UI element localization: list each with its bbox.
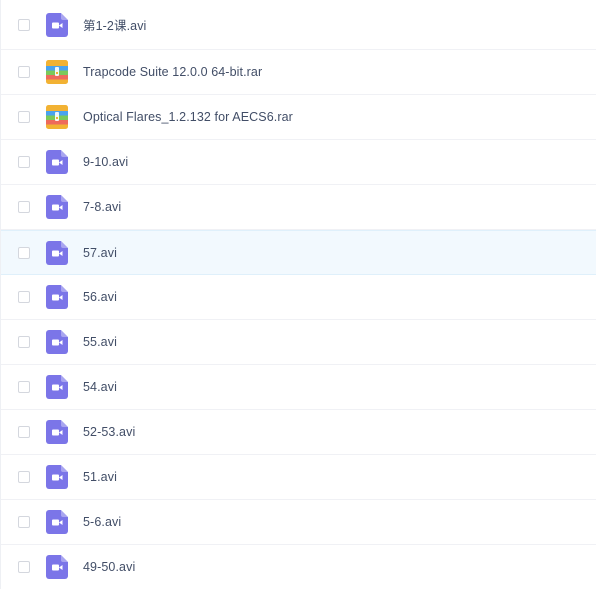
- file-row[interactable]: 49-50.avi: [1, 545, 596, 589]
- file-row[interactable]: 55.avi: [1, 320, 596, 365]
- file-name[interactable]: 9-10.avi: [83, 155, 128, 169]
- file-row[interactable]: 9-10.avi: [1, 140, 596, 185]
- video-file-icon: [46, 375, 68, 399]
- file-row[interactable]: 5-6.avi: [1, 500, 596, 545]
- file-row[interactable]: 56.avi: [1, 275, 596, 320]
- row-checkbox[interactable]: [18, 111, 30, 123]
- file-row[interactable]: 第1-2课.avi: [1, 0, 596, 50]
- file-row[interactable]: 52-53.avi: [1, 410, 596, 455]
- row-checkbox[interactable]: [18, 426, 30, 438]
- row-checkbox[interactable]: [18, 246, 30, 259]
- row-checkbox[interactable]: [18, 201, 30, 213]
- file-name[interactable]: 56.avi: [83, 290, 117, 304]
- file-name[interactable]: 57.avi: [83, 246, 117, 260]
- file-list: 第1-2课.avi Trapcode Suite 12.0.0 64-bit.r…: [0, 0, 596, 589]
- video-file-icon: [46, 195, 68, 219]
- file-row[interactable]: 51.avi: [1, 455, 596, 500]
- video-file-icon: [46, 12, 68, 37]
- video-file-icon: [46, 420, 68, 444]
- archive-file-icon: [46, 60, 68, 84]
- file-row-hovered[interactable]: 57.avi: [1, 230, 596, 275]
- file-row[interactable]: Trapcode Suite 12.0.0 64-bit.rar: [1, 50, 596, 95]
- file-name[interactable]: 52-53.avi: [83, 425, 135, 439]
- file-name[interactable]: 49-50.avi: [83, 560, 135, 574]
- video-file-icon: [46, 330, 68, 354]
- file-name[interactable]: 第1-2课.avi: [83, 15, 146, 34]
- file-row[interactable]: 7-8.avi: [1, 185, 596, 230]
- video-file-icon: [46, 465, 68, 489]
- row-checkbox[interactable]: [18, 18, 30, 31]
- row-checkbox[interactable]: [18, 471, 30, 483]
- file-name[interactable]: 54.avi: [83, 380, 117, 394]
- file-name[interactable]: 5-6.avi: [83, 515, 121, 529]
- file-name[interactable]: Trapcode Suite 12.0.0 64-bit.rar: [83, 65, 262, 79]
- file-name[interactable]: Optical Flares_1.2.132 for AECS6.rar: [83, 110, 293, 124]
- video-file-icon: [46, 555, 68, 579]
- video-file-icon: [46, 285, 68, 309]
- file-name[interactable]: 55.avi: [83, 335, 117, 349]
- video-file-icon: [46, 510, 68, 534]
- video-file-icon: [46, 240, 68, 265]
- video-file-icon: [46, 150, 68, 174]
- archive-file-icon: [46, 105, 68, 129]
- file-name[interactable]: 51.avi: [83, 470, 117, 484]
- row-checkbox[interactable]: [18, 561, 30, 573]
- row-checkbox[interactable]: [18, 516, 30, 528]
- file-row[interactable]: Optical Flares_1.2.132 for AECS6.rar: [1, 95, 596, 140]
- row-checkbox[interactable]: [18, 156, 30, 168]
- row-checkbox[interactable]: [18, 336, 30, 348]
- row-checkbox[interactable]: [18, 66, 30, 78]
- row-checkbox[interactable]: [18, 291, 30, 303]
- row-checkbox[interactable]: [18, 381, 30, 393]
- file-row[interactable]: 54.avi: [1, 365, 596, 410]
- file-name[interactable]: 7-8.avi: [83, 200, 121, 214]
